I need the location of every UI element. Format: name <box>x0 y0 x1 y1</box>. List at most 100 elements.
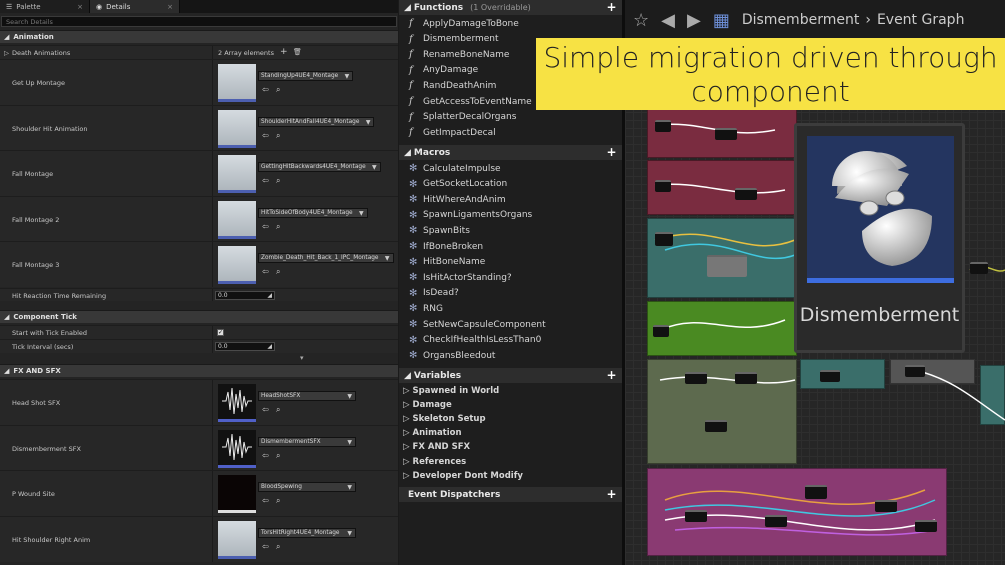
function-item[interactable]: f Dismemberment <box>409 34 499 45</box>
asset-dropdown[interactable]: BloodSpewing ▼ <box>258 482 356 492</box>
asset-dropdown[interactable]: Zombie_Death_Hit_Back_1_IPC_Montage ▼ <box>258 253 394 263</box>
add-function-button[interactable]: + <box>606 1 617 13</box>
macro-item[interactable]: ✻ GetSocketLocation <box>409 179 507 190</box>
add-dispatcher-button[interactable]: + <box>606 488 617 500</box>
function-item[interactable]: f RenameBoneName <box>409 49 509 60</box>
delete-icon[interactable]: 🗑 <box>293 48 302 56</box>
asset-dropdown[interactable]: HeadShotSFX ▼ <box>258 391 356 401</box>
graph-node[interactable] <box>685 372 707 384</box>
hit-reaction-field[interactable]: 0.0 ◢ <box>215 291 275 300</box>
variable-category[interactable]: ▷ Skeleton Setup <box>403 414 486 424</box>
browse-icon[interactable]: ⌕ <box>276 267 280 277</box>
variables-header[interactable]: ◢ Variables + <box>399 368 622 383</box>
function-item[interactable]: f ApplyDamageToBone <box>409 18 519 29</box>
use-selected-icon[interactable]: ⇦ <box>262 405 269 414</box>
browse-icon[interactable]: ⌕ <box>276 496 280 506</box>
graph-node[interactable] <box>970 262 988 274</box>
macro-item[interactable]: ✻ HitBoneName <box>409 257 485 268</box>
graph-node[interactable] <box>653 325 669 337</box>
graph-node[interactable] <box>685 510 707 522</box>
advanced-expand-icon[interactable]: ▾ <box>300 354 304 362</box>
category-animation[interactable]: ◢ Animation <box>0 30 398 43</box>
functions-header[interactable]: ◢ Functions (1 Overridable) + <box>399 0 622 15</box>
event-dispatchers-header[interactable]: Event Dispatchers + <box>399 487 622 502</box>
asset-thumbnail[interactable] <box>218 64 256 102</box>
macro-item[interactable]: ✻ HitWhereAndAnim <box>409 194 506 205</box>
asset-thumbnail[interactable] <box>218 475 256 513</box>
asset-thumbnail[interactable] <box>218 521 256 559</box>
asset-dropdown[interactable]: DismembermentSFX ▼ <box>258 437 356 447</box>
use-selected-icon[interactable]: ⇦ <box>262 131 269 140</box>
graph-node[interactable] <box>735 188 757 200</box>
variable-category[interactable]: ▷ Animation <box>403 428 462 438</box>
asset-dropdown[interactable]: GettingHitBackwards4UE4_Montage ▼ <box>258 162 381 172</box>
browse-icon[interactable]: ⌕ <box>276 222 280 232</box>
function-item[interactable]: f GetAccessToEventName <box>409 96 532 107</box>
browse-icon[interactable]: ⌕ <box>276 405 280 415</box>
add-macro-button[interactable]: + <box>606 146 617 158</box>
expand-arrow-icon[interactable]: ▷ <box>4 49 9 57</box>
graph-node[interactable] <box>765 515 787 527</box>
variable-category[interactable]: ▷ References <box>403 457 466 467</box>
asset-thumbnail[interactable] <box>218 110 256 148</box>
browse-icon[interactable]: ⌕ <box>276 85 280 95</box>
tick-enabled-checkbox[interactable]: ✓ <box>217 329 224 336</box>
category-fx-sfx[interactable]: ◢ FX AND SFX <box>0 364 398 377</box>
category-component-tick[interactable]: ◢ Component Tick <box>0 310 398 323</box>
function-item[interactable]: f AnyDamage <box>409 65 478 76</box>
search-details-input[interactable]: Search Details <box>1 16 397 27</box>
graph-node[interactable] <box>875 500 897 512</box>
macro-item[interactable]: ✻ RNG <box>409 303 443 314</box>
use-selected-icon[interactable]: ⇦ <box>262 542 269 551</box>
use-selected-icon[interactable]: ⇦ <box>262 176 269 185</box>
asset-dropdown[interactable]: ShoulderHitAndFall4UE4_Montage ▼ <box>258 117 375 127</box>
add-variable-button[interactable]: + <box>606 369 617 381</box>
use-selected-icon[interactable]: ⇦ <box>262 222 269 231</box>
asset-dropdown[interactable]: HitToSideOfBody4UE4_Montage ▼ <box>258 208 368 218</box>
macro-item[interactable]: ✻ SpawnBits <box>409 225 470 236</box>
asset-thumbnail[interactable] <box>218 201 256 239</box>
asset-dropdown[interactable]: StandingUp4UE4_Montage ▼ <box>258 71 354 81</box>
tab-palette[interactable]: ☰ Palette × <box>0 0 90 13</box>
macro-item[interactable]: ✻ IsDead? <box>409 288 459 299</box>
graph-node[interactable] <box>805 485 827 499</box>
use-selected-icon[interactable]: ⇦ <box>262 267 269 276</box>
asset-thumbnail[interactable] <box>218 384 256 422</box>
function-item[interactable]: f SplatterDecalOrgans <box>409 112 516 123</box>
graph-node[interactable] <box>915 520 937 532</box>
use-selected-icon[interactable]: ⇦ <box>262 496 269 505</box>
graph-node[interactable] <box>715 128 737 140</box>
graph-node[interactable] <box>655 180 671 192</box>
macro-item[interactable]: ✻ SetNewCapsuleComponent <box>409 319 546 330</box>
asset-dropdown[interactable]: TorsHitRight4UE4_Montage ▼ <box>258 528 356 538</box>
macro-item[interactable]: ✻ IfBoneBroken <box>409 241 483 252</box>
graph-node[interactable] <box>820 370 840 382</box>
variable-category[interactable]: ▷ Spawned in World <box>403 386 499 396</box>
close-icon[interactable]: × <box>167 3 173 11</box>
macro-item[interactable]: ✻ CheckIfHealthIsLessThan0 <box>409 335 541 346</box>
variable-category[interactable]: ▷ Damage <box>403 400 452 410</box>
macro-item[interactable]: ✻ CalculateImpulse <box>409 163 501 174</box>
macro-item[interactable]: ✻ OrgansBleedout <box>409 350 495 361</box>
close-icon[interactable]: × <box>77 3 83 11</box>
graph-node[interactable] <box>705 420 727 432</box>
graph-node[interactable] <box>655 120 671 132</box>
variable-category[interactable]: ▷ Developer Dont Modify <box>403 471 523 481</box>
graph-node[interactable] <box>735 372 757 384</box>
asset-thumbnail[interactable] <box>218 246 256 284</box>
function-item[interactable]: f GetImpactDecal <box>409 127 496 138</box>
macro-item[interactable]: ✻ IsHitActorStanding? <box>409 272 512 283</box>
browse-icon[interactable]: ⌕ <box>276 131 280 141</box>
asset-thumbnail[interactable] <box>218 430 256 468</box>
graph-node[interactable] <box>905 365 925 377</box>
browse-icon[interactable]: ⌕ <box>276 451 280 461</box>
tick-interval-field[interactable]: 0.0 ◢ <box>215 342 275 351</box>
use-selected-icon[interactable]: ⇦ <box>262 85 269 94</box>
macro-item[interactable]: ✻ SpawnLigamentsOrgans <box>409 210 532 221</box>
variable-category[interactable]: ▷ FX AND SFX <box>403 442 470 452</box>
browse-icon[interactable]: ⌕ <box>276 542 280 552</box>
graph-node[interactable] <box>655 232 673 246</box>
graph-node[interactable] <box>707 255 747 277</box>
add-element-icon[interactable]: + <box>280 47 288 57</box>
macros-header[interactable]: ◢ Macros + <box>399 145 622 160</box>
